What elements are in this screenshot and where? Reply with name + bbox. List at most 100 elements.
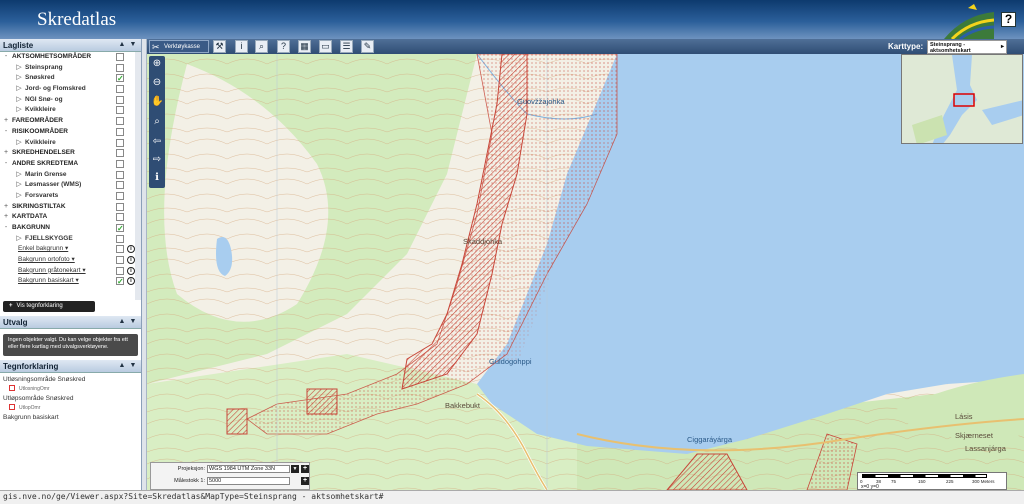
zoom-extent-icon[interactable]: ⌕ bbox=[151, 116, 163, 128]
layer-row[interactable]: + SKREDHENDELSER bbox=[0, 148, 135, 159]
expand-down-icon[interactable]: ▼ bbox=[129, 318, 137, 326]
comment-icon[interactable]: ▭ bbox=[319, 40, 332, 53]
layer-checkbox[interactable] bbox=[116, 138, 124, 147]
layer-checkbox[interactable] bbox=[116, 191, 124, 200]
layer-row[interactable]: ▷ NGI Snø- og bbox=[0, 95, 135, 106]
layer-arrow-icon[interactable]: ▷ bbox=[16, 63, 22, 74]
pen-icon[interactable]: ✎ bbox=[361, 40, 374, 53]
grid-icon[interactable]: ▦ bbox=[298, 40, 311, 53]
layer-checkbox[interactable] bbox=[116, 234, 124, 243]
layer-row[interactable]: ▷ Forsvarets bbox=[0, 191, 135, 202]
expand-toggle-icon[interactable]: - bbox=[3, 223, 9, 234]
layer-arrow-icon[interactable]: ▷ bbox=[16, 234, 22, 245]
layer-label[interactable]: Bakgrunn gråtonekart ▾ bbox=[18, 266, 86, 277]
layer-row[interactable]: ▷ Kvikkleire bbox=[0, 105, 135, 116]
layer-row[interactable]: + KARTDATA bbox=[0, 212, 135, 223]
layer-row[interactable]: Bakgrunn gråtonekart ▾ i bbox=[0, 266, 135, 277]
layer-label[interactable]: Bakgrunn basiskart ▾ bbox=[18, 276, 79, 287]
layer-checkbox[interactable] bbox=[116, 202, 124, 211]
layer-label[interactable]: Enkel bakgrunn ▾ bbox=[18, 244, 68, 255]
layer-row[interactable]: ▷ FJELLSKYGGE bbox=[0, 234, 135, 245]
layer-checkbox[interactable] bbox=[116, 170, 124, 179]
layer-arrow-icon[interactable]: ▷ bbox=[16, 84, 22, 95]
layer-row[interactable]: Bakgrunn ortofoto ▾ i bbox=[0, 255, 135, 266]
pan-hand-icon[interactable]: ✋ bbox=[151, 96, 163, 108]
chevron-down-icon[interactable]: ▼ bbox=[291, 465, 299, 473]
layer-row[interactable]: + FAREOMRÅDER bbox=[0, 116, 135, 127]
layer-row[interactable]: ▷ Steinsprang bbox=[0, 63, 135, 74]
scale-input[interactable]: 5000 bbox=[207, 477, 290, 485]
layer-row[interactable]: - BAKGRUNN ✓ bbox=[0, 223, 135, 234]
info-icon[interactable]: i bbox=[127, 245, 135, 254]
layer-checkbox[interactable]: ✓ bbox=[116, 74, 124, 83]
layer-checkbox[interactable] bbox=[116, 127, 124, 136]
expand-toggle-icon[interactable]: + bbox=[3, 116, 9, 127]
toolbox-button[interactable]: ✂ Verktøykasse bbox=[149, 40, 209, 53]
layer-row[interactable]: - ANDRE SKREDTEMA bbox=[0, 159, 135, 170]
layer-arrow-icon[interactable]: ▷ bbox=[16, 105, 22, 116]
expand-toggle-icon[interactable]: + bbox=[3, 212, 9, 223]
layer-row[interactable]: - AKTSOMHETSOMRÅDER bbox=[0, 52, 135, 63]
layer-checkbox[interactable] bbox=[116, 95, 124, 104]
layer-arrow-icon[interactable]: ▷ bbox=[16, 95, 22, 106]
info-icon[interactable]: ℹ bbox=[151, 172, 163, 184]
layer-arrow-icon[interactable]: ▷ bbox=[16, 180, 22, 191]
layer-checkbox[interactable] bbox=[116, 85, 124, 94]
show-legend-button[interactable]: + Vis tegnforklaring bbox=[3, 301, 95, 312]
layer-row[interactable]: ▷ Løsmasser (WMS) bbox=[0, 180, 135, 191]
info-icon[interactable]: i bbox=[127, 277, 135, 286]
map-canvas[interactable]: Guovžžajohka Skáddjohka Guldogohppi Bakkebu… bbox=[147, 54, 1024, 490]
layer-row[interactable]: Bakgrunn basiskart ▾ ✓ i bbox=[0, 276, 135, 287]
layer-checkbox[interactable] bbox=[116, 159, 124, 168]
layer-checkbox[interactable]: ✓ bbox=[116, 224, 124, 233]
layer-checkbox[interactable] bbox=[116, 53, 124, 61]
expand-toggle-icon[interactable]: + bbox=[3, 202, 9, 213]
zoom-in-icon[interactable]: ⊕ bbox=[151, 58, 163, 70]
layer-row[interactable]: ▷ Kvikkleire bbox=[0, 138, 135, 149]
karttype-select[interactable]: Steinsprang - aktsomhetskart ▸ bbox=[927, 40, 1007, 54]
layer-checkbox[interactable] bbox=[116, 117, 124, 126]
collapse-icon[interactable]: ▲ bbox=[118, 362, 126, 370]
layer-arrow-icon[interactable]: ▷ bbox=[16, 73, 22, 84]
layer-row[interactable]: - RISIKOOMRÅDER bbox=[0, 127, 135, 138]
layer-checkbox[interactable] bbox=[116, 63, 124, 72]
info-icon[interactable]: i bbox=[127, 256, 135, 265]
select-tool-icon[interactable]: ⚒ bbox=[213, 40, 226, 53]
expand-toggle-icon[interactable]: - bbox=[3, 52, 9, 63]
info-icon[interactable]: i bbox=[235, 40, 248, 53]
layer-arrow-icon[interactable]: ▷ bbox=[16, 138, 22, 149]
layer-row[interactable]: ▷ Snøskred ✓ bbox=[0, 73, 135, 84]
info-icon[interactable]: i bbox=[127, 266, 135, 275]
layer-row[interactable]: + SIKRINGSTILTAK bbox=[0, 202, 135, 213]
expand-toggle-icon[interactable]: + bbox=[3, 148, 9, 159]
overview-map[interactable] bbox=[901, 54, 1023, 144]
help-tool-icon[interactable]: ? bbox=[277, 40, 290, 53]
layer-label[interactable]: Bakgrunn ortofoto ▾ bbox=[18, 255, 75, 266]
layer-checkbox[interactable] bbox=[116, 266, 124, 275]
layer-row[interactable]: Enkel bakgrunn ▾ i bbox=[0, 244, 135, 255]
layer-checkbox[interactable] bbox=[116, 106, 124, 115]
expand-down-icon[interactable]: ▼ bbox=[129, 362, 137, 370]
expand-down-icon[interactable]: ▼ bbox=[129, 41, 137, 49]
layer-arrow-icon[interactable]: ▷ bbox=[16, 191, 22, 202]
layer-checkbox[interactable] bbox=[116, 149, 124, 158]
layer-row[interactable]: ▷ Jord- og Flomskred bbox=[0, 84, 135, 95]
zoom-out-icon[interactable]: ⊖ bbox=[151, 77, 163, 89]
layer-checkbox[interactable] bbox=[116, 256, 124, 265]
collapse-icon[interactable]: ▲ bbox=[118, 318, 126, 326]
add-scale-button[interactable]: + bbox=[301, 477, 309, 485]
expand-toggle-icon[interactable]: - bbox=[3, 127, 9, 138]
projection-field[interactable]: WGS 1984 UTM Zone 33N bbox=[207, 465, 290, 473]
search-icon[interactable]: ⌕ bbox=[255, 40, 268, 53]
forward-arrow-icon[interactable]: ⇨ bbox=[151, 154, 163, 166]
layer-arrow-icon[interactable]: ▷ bbox=[16, 170, 22, 181]
list-icon[interactable]: ☰ bbox=[340, 40, 353, 53]
layer-checkbox[interactable]: ✓ bbox=[116, 277, 124, 286]
layer-checkbox[interactable] bbox=[116, 213, 124, 222]
collapse-icon[interactable]: ▲ bbox=[118, 41, 126, 49]
layer-checkbox[interactable] bbox=[116, 181, 124, 190]
add-projection-button[interactable]: + bbox=[301, 465, 309, 473]
layer-checkbox[interactable] bbox=[116, 245, 124, 254]
back-arrow-icon[interactable]: ⇦ bbox=[151, 136, 163, 148]
expand-toggle-icon[interactable]: - bbox=[3, 159, 9, 170]
